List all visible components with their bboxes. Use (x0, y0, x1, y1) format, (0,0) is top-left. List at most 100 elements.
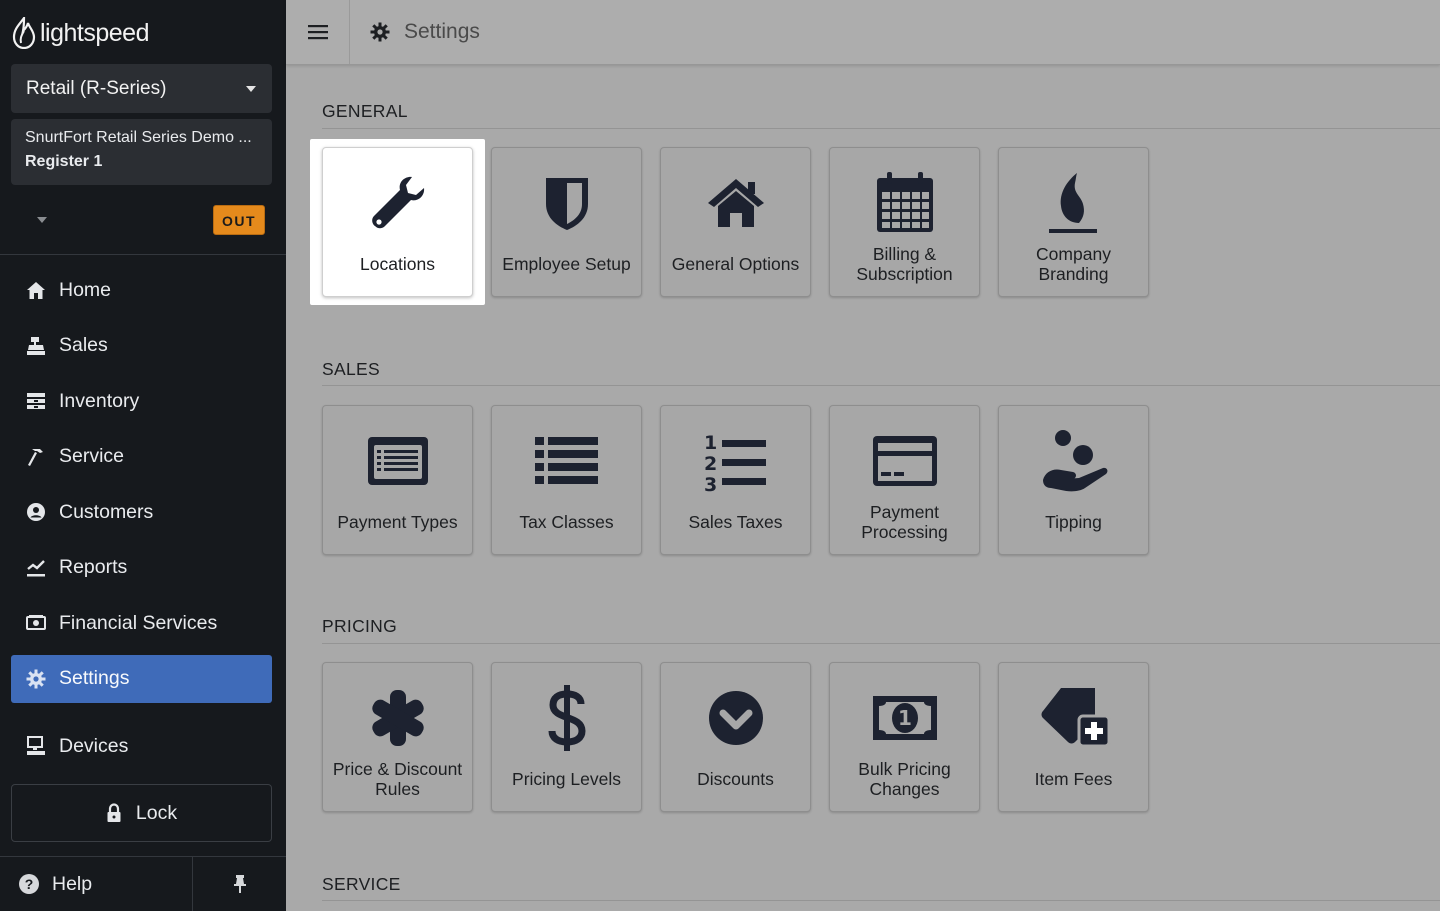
section-title-general: GENERAL (322, 101, 408, 121)
sidebar-divider (0, 254, 286, 255)
logo-text: lightspeed (40, 18, 149, 47)
app-selector-label: Retail (R-Series) (26, 77, 167, 99)
section-title-sales: SALES (322, 359, 380, 379)
tile-employee-setup[interactable]: Employee Setup (491, 147, 642, 297)
tile-label: Pricing Levels (512, 769, 621, 789)
sidebar-item-customers[interactable]: Customers (11, 488, 272, 536)
tile-label: Employee Setup (502, 254, 631, 274)
tile-payment-types[interactable]: Payment Types (322, 405, 473, 555)
shop-name: SnurtFort Retail Series Demo ... (25, 129, 252, 146)
register-status-badge[interactable]: OUT (213, 205, 265, 235)
lightspeed-logo[interactable]: lightspeed (12, 16, 149, 50)
tile-tax-classes[interactable]: Tax Classes (491, 405, 642, 555)
tile-label: General Options (671, 254, 800, 274)
tile-label: Company Branding (1036, 244, 1111, 284)
settings-main: GENERAL Locations Employee Setup General… (286, 65, 1440, 911)
tile-bulk-pricing-changes[interactable]: 1 Bulk Pricing Changes (829, 662, 980, 812)
flame-icon (999, 170, 1148, 236)
hand-coins-icon (999, 428, 1148, 494)
sidebar-item-devices[interactable]: Devices (11, 722, 272, 770)
sidebar-item-financial-services[interactable]: Financial Services (11, 599, 272, 647)
sidebar-item-label: Service (59, 445, 125, 467)
chart-icon (25, 557, 47, 579)
money-icon (25, 612, 47, 634)
tile-label: Price & Discount Rules (332, 759, 463, 799)
tile-price-discount-rules[interactable]: Price & Discount Rules (322, 662, 473, 812)
asterisk-icon (323, 685, 472, 751)
app-selector[interactable]: Retail (R-Series) (11, 64, 272, 113)
tile-general-options[interactable]: General Options (660, 147, 811, 297)
tile-label: Payment Processing (861, 502, 948, 542)
gear-icon (25, 668, 47, 690)
pin-icon (233, 875, 246, 893)
sidebar-item-home[interactable]: Home (11, 266, 272, 314)
svg-text:3: 3 (704, 474, 717, 492)
shop-register-card[interactable]: SnurtFort Retail Series Demo ... Registe… (11, 119, 272, 185)
tile-label: Payment Types (337, 512, 458, 532)
help-button[interactable]: ? Help (0, 857, 193, 911)
help-icon: ? (19, 874, 39, 894)
sidebar-item-sales[interactable]: Sales (11, 322, 272, 370)
tile-locations[interactable]: Locations (322, 147, 473, 297)
tile-discounts[interactable]: Discounts (660, 662, 811, 812)
register-status-row: OUT (11, 204, 272, 236)
top-bar: Settings (286, 0, 1440, 65)
wrench-icon (323, 170, 472, 236)
tile-payment-processing[interactable]: Payment Processing (829, 405, 980, 555)
tile-pricing-levels[interactable]: Pricing Levels (491, 662, 642, 812)
tile-label: Item Fees (1034, 769, 1113, 789)
tile-label: Locations (360, 254, 435, 274)
sidebar-item-label: Settings (59, 667, 130, 689)
home-icon (25, 279, 47, 301)
flame-logo-icon (12, 17, 36, 49)
lock-button[interactable]: Lock (11, 784, 272, 842)
devices-label: Devices (59, 734, 129, 757)
list-icon (492, 428, 641, 494)
payment-list-icon (323, 428, 472, 494)
svg-text:?: ? (25, 876, 34, 892)
devices-icon (25, 735, 47, 757)
tile-sales-taxes[interactable]: 123 Sales Taxes (660, 405, 811, 555)
section-title-pricing: PRICING (322, 616, 398, 636)
tile-tipping[interactable]: Tipping (998, 405, 1149, 555)
sidebar-item-inventory[interactable]: Inventory (11, 377, 272, 425)
register-dropdown-icon[interactable] (37, 217, 47, 223)
sidebar-item-label: Financial Services (59, 611, 218, 634)
pin-sidebar-button[interactable] (193, 857, 286, 911)
tile-label: Bulk Pricing Changes (858, 759, 951, 799)
help-label: Help (52, 872, 93, 895)
section-title-service: SERVICE (322, 874, 401, 894)
tile-item-fees[interactable]: Item Fees (998, 662, 1149, 812)
credit-card-icon (830, 428, 979, 494)
house-icon (661, 170, 810, 236)
chevron-circle-icon (661, 685, 810, 751)
register-name: Register 1 (25, 153, 103, 170)
tile-billing-subscription[interactable]: Billing & Subscription (829, 147, 980, 297)
menu-toggle-button[interactable] (286, 0, 350, 64)
chevron-down-icon (246, 85, 256, 92)
tile-company-branding[interactable]: Company Branding (998, 147, 1149, 297)
gear-icon (370, 22, 390, 42)
lock-icon (107, 803, 121, 822)
section-divider (322, 385, 1440, 386)
cash-register-icon (25, 335, 47, 357)
svg-text:1: 1 (898, 706, 912, 730)
tile-label: Billing & Subscription (856, 244, 953, 284)
sidebar-nav: Home Sales Inventory Service Customers R… (11, 266, 272, 710)
sidebar-item-settings[interactable]: Settings (11, 654, 272, 703)
tag-plus-icon (999, 685, 1148, 751)
page-title-text: Settings (404, 20, 480, 43)
sidebar-item-label: Customers (59, 500, 154, 523)
sidebar-item-label: Inventory (59, 389, 140, 412)
sidebar: lightspeed Retail (R-Series) SnurtFort R… (0, 0, 286, 911)
sidebar-item-reports[interactable]: Reports (11, 544, 272, 592)
numbered-list-icon: 123 (661, 428, 810, 494)
tile-label: Tax Classes (519, 512, 614, 532)
bill-icon: 1 (830, 685, 979, 751)
section-divider (322, 643, 1440, 644)
inventory-icon (25, 390, 47, 412)
sidebar-item-service[interactable]: Service (11, 433, 272, 481)
section-divider (322, 128, 1440, 129)
hammer-icon (25, 446, 47, 468)
sidebar-item-label: Reports (59, 556, 128, 578)
